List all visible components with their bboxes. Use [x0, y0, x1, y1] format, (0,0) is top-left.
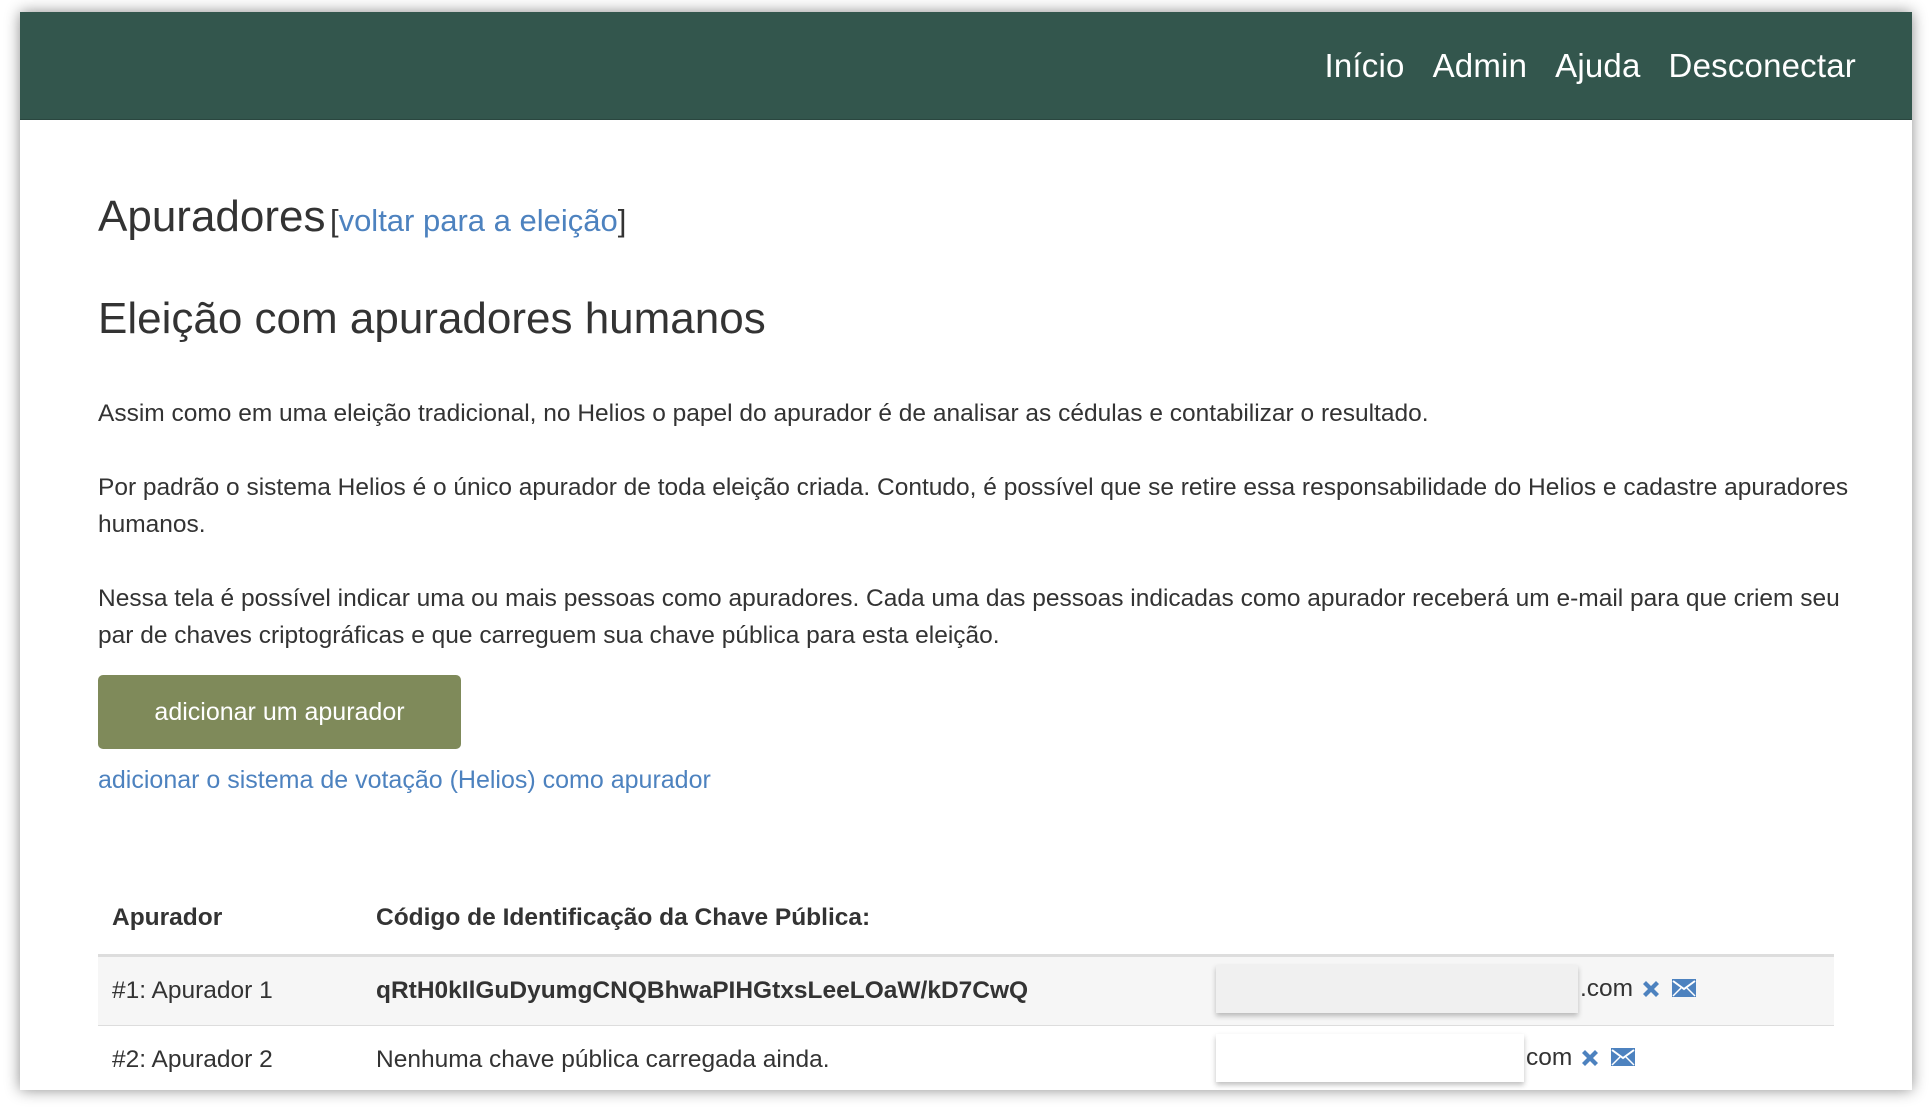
nav-menu: Início Admin Ajuda Desconectar — [1325, 12, 1857, 119]
header-trustee: Apurador — [112, 904, 223, 931]
email-suffix: com — [1526, 1044, 1573, 1071]
intro-paragraph-1: Assim como em uma eleição tradicional, n… — [98, 400, 1429, 427]
envelope-icon[interactable] — [1671, 977, 1697, 1001]
page-title: Apuradores — [98, 192, 326, 241]
public-key-id: qRtH0kIlGuDyumgCNQBhwaPIHGtxsLeeLOaW/kD7… — [376, 977, 1029, 1004]
title-row: Apuradores [voltar para a eleição] — [98, 192, 626, 242]
add-trustee-button[interactable]: adicionar um apurador — [98, 675, 461, 749]
email-suffix: .com — [1580, 975, 1634, 1002]
back-to-election-link[interactable]: voltar para a eleição — [339, 203, 618, 238]
trustees-table: Apurador Código de Identificação da Chav… — [98, 886, 1834, 1090]
public-key-status: Nenhuma chave pública carregada ainda. — [376, 1046, 830, 1073]
trustee-email: com — [1216, 1034, 1636, 1082]
close-icon[interactable] — [1639, 977, 1665, 1001]
intro-paragraph-3: Nessa tela é possível indicar uma ou mai… — [98, 585, 1840, 649]
page-subtitle: Eleição com apuradores humanos — [98, 294, 766, 343]
bracket-open: [ — [329, 203, 339, 238]
intro-paragraph-2: Por padrão o sistema Helios é o único ap… — [98, 474, 1849, 538]
navbar: Início Admin Ajuda Desconectar — [20, 12, 1912, 120]
close-icon[interactable] — [1578, 1046, 1604, 1070]
envelope-icon[interactable] — [1610, 1046, 1636, 1070]
nav-desconectar-link[interactable]: Desconectar — [1669, 47, 1856, 85]
bracket-close: ] — [617, 203, 627, 238]
nav-admin-link[interactable]: Admin — [1433, 47, 1528, 85]
redacted-email-box — [1216, 1034, 1524, 1082]
table-row: #1: Apurador 1 qRtH0kIlGuDyumgCNQBhwaPIH… — [98, 957, 1834, 1026]
header-public-key-id: Código de Identificação da Chave Pública… — [376, 904, 871, 931]
nav-ajuda-link[interactable]: Ajuda — [1555, 47, 1640, 85]
redacted-email-box — [1216, 965, 1578, 1013]
trustee-name: #1: Apurador 1 — [112, 977, 273, 1004]
nav-inicio-link[interactable]: Início — [1325, 47, 1405, 85]
trustee-email: .com — [1216, 965, 1697, 1013]
trustee-name: #2: Apurador 2 — [112, 1046, 273, 1073]
browser-window: Início Admin Ajuda Desconectar Apuradore… — [20, 12, 1912, 1090]
add-helios-trustee-link[interactable]: adicionar o sistema de votação (Helios) … — [98, 766, 711, 795]
table-row: #2: Apurador 2 Nenhuma chave pública car… — [98, 1026, 1834, 1090]
table-header: Apurador Código de Identificação da Chav… — [98, 886, 1834, 957]
